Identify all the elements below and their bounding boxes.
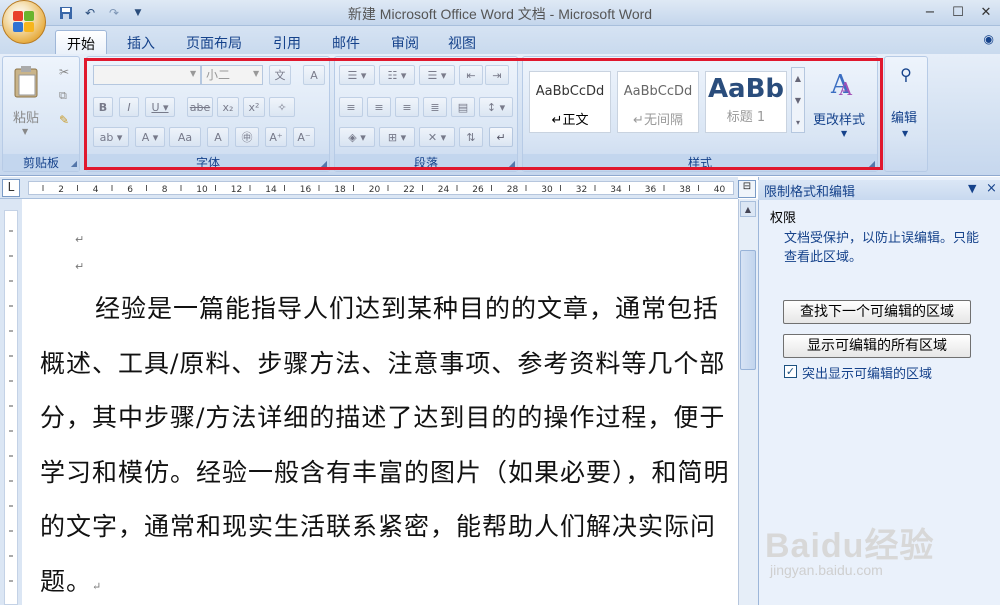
ruler-tick-label: 8 xyxy=(162,185,168,194)
tab-home[interactable]: 开始 xyxy=(55,30,107,54)
scrollbar-thumb[interactable] xyxy=(740,250,756,370)
document-paragraph[interactable]: 经验是一篇能指导人们达到某种目的的文章，通常包括概述、工具/原料、步骤方法、注意… xyxy=(40,282,730,614)
ruler-track[interactable]: 2 4 6 8 10 12 14 16 18 20 22 24 26 28 30 32 34 36 38 40 xyxy=(28,181,734,195)
editing-label[interactable]: 编辑 xyxy=(891,107,917,126)
pane-header: 限制格式和编辑 xyxy=(758,180,1000,200)
ruler-tick-label: 38 xyxy=(679,185,691,194)
ruler-tick-label: 30 xyxy=(541,185,553,194)
pane-section-title: 权限 xyxy=(770,211,797,226)
format-painter-icon[interactable]: ✎ xyxy=(59,113,69,127)
help-icon[interactable]: ◉ xyxy=(984,32,994,46)
pane-close-icon[interactable]: × xyxy=(986,181,997,196)
protection-info: 文档受保护，以防止误编辑。只能查看此区域。 xyxy=(784,231,980,265)
pane-options-icon[interactable]: ▼ xyxy=(968,182,976,195)
baidu-watermark: Baidu经验 xyxy=(765,518,934,567)
find-next-editable-region-button[interactable]: 查找下一个可编辑的区域 xyxy=(783,300,971,324)
ruler-tick-label: 6 xyxy=(127,185,133,194)
office-button[interactable] xyxy=(2,0,46,44)
clipboard-group: 粘贴 ▼ ✂ ⧉ ✎ 剪贴板 ◢ xyxy=(2,56,80,172)
ruler-tick-label: 16 xyxy=(300,185,312,194)
editing-group: ⚲ 编辑 ▼ xyxy=(884,56,928,172)
ribbon-tab-row: 开始 插入 页面布局 引用 邮件 审阅 视图 ◉ xyxy=(0,26,1000,54)
ruler-tick-label: 36 xyxy=(645,185,657,194)
ruler-tick-label: 18 xyxy=(334,185,346,194)
ruler-tick-label: 2 xyxy=(58,185,64,194)
ruler-tick-label: 4 xyxy=(93,185,99,194)
clipboard-group-label: 剪贴板 xyxy=(3,154,79,171)
tab-page-layout[interactable]: 页面布局 xyxy=(178,30,250,54)
vertical-ruler-track[interactable] xyxy=(4,210,18,605)
ruler-tick-label: 24 xyxy=(438,185,450,194)
paragraph-mark: ↵ xyxy=(75,233,85,246)
view-ruler-icon[interactable]: ⊟ xyxy=(738,180,756,198)
ruler-ticks: 2 4 6 8 10 12 14 16 18 20 22 24 26 28 30 32 34 36 38 40 xyxy=(42,185,726,195)
binoculars-icon[interactable]: ⚲ xyxy=(893,65,919,91)
ruler-tick-label: 26 xyxy=(472,185,484,194)
scroll-up-icon[interactable]: ▲ xyxy=(740,201,756,217)
minimize-icon[interactable]: − xyxy=(916,0,944,24)
ruler-tick-label: 14 xyxy=(265,185,277,194)
tab-references[interactable]: 引用 xyxy=(262,30,312,54)
pane-title: 限制格式和编辑 xyxy=(764,185,856,200)
ruler-tick-label: 12 xyxy=(231,185,242,194)
copy-icon[interactable]: ⧉ xyxy=(59,89,67,103)
vertical-ruler-ticks xyxy=(9,230,13,582)
watermark-url: jingyan.baidu.com xyxy=(770,562,883,578)
paste-icon[interactable] xyxy=(11,65,41,101)
highlight-regions-checkbox[interactable]: ✓ xyxy=(784,365,797,378)
window-controls: − ☐ ✕ xyxy=(916,0,1000,24)
paste-dropdown-icon[interactable]: ▼ xyxy=(22,127,28,136)
ruler-tick-label: 34 xyxy=(610,185,622,194)
ruler-tick-label: 28 xyxy=(507,185,519,194)
ruler-tick-label: 32 xyxy=(576,185,587,194)
highlight-regions-label[interactable]: 突出显示可编辑的区域 xyxy=(802,363,932,382)
tab-review[interactable]: 审阅 xyxy=(380,30,430,54)
tab-selector-icon[interactable]: L xyxy=(2,179,20,197)
tab-mailings[interactable]: 邮件 xyxy=(321,30,371,54)
paragraph-end-mark: ↵ xyxy=(92,579,103,593)
ruler-tick-label: 10 xyxy=(196,185,208,194)
ruler-tick-label: 40 xyxy=(714,185,726,194)
paste-button-label[interactable]: 粘贴 xyxy=(13,107,39,126)
tab-view[interactable]: 视图 xyxy=(437,30,487,54)
clipboard-launcher-icon[interactable]: ◢ xyxy=(71,159,77,168)
window-title: 新建 Microsoft Office Word 文档 - Microsoft … xyxy=(347,6,653,22)
ruler-tick-label: 22 xyxy=(403,185,414,194)
highlight-annotation-box xyxy=(84,58,883,170)
maximize-icon[interactable]: ☐ xyxy=(944,0,972,24)
close-icon[interactable]: ✕ xyxy=(972,0,1000,24)
office-logo-icon xyxy=(13,11,35,33)
tab-insert[interactable]: 插入 xyxy=(116,30,166,54)
editing-dropdown-icon[interactable]: ▼ xyxy=(902,129,908,138)
paragraph-text: 经验是一篇能指导人们达到某种目的的文章，通常包括概述、工具/原料、步骤方法、注意… xyxy=(40,294,730,596)
watermark-brand: Baidu经验 xyxy=(765,527,935,565)
paragraph-mark: ↵ xyxy=(75,260,85,273)
show-all-editable-regions-button[interactable]: 显示可编辑的所有区域 xyxy=(783,334,971,358)
cut-icon[interactable]: ✂ xyxy=(59,65,69,79)
ruler-tick-label: 20 xyxy=(369,185,381,194)
